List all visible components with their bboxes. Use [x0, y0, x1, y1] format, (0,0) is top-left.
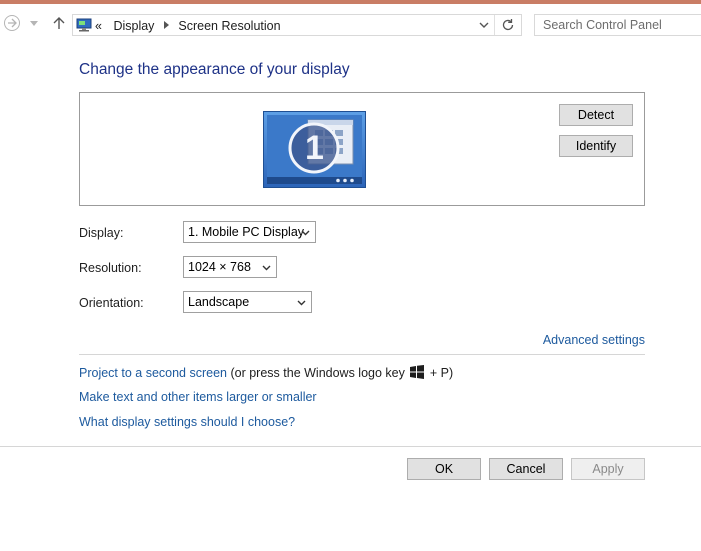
footer-divider: [0, 446, 701, 447]
search-placeholder: Search Control Panel: [543, 18, 662, 32]
breadcrumb-overflow[interactable]: «: [95, 19, 102, 33]
section-divider: [79, 354, 645, 355]
text-size-link[interactable]: Make text and other items larger or smal…: [79, 390, 317, 404]
search-input[interactable]: Search Control Panel: [534, 14, 701, 36]
monitor-number-label: 1: [305, 129, 324, 167]
monitor-1-icon[interactable]: 1: [263, 111, 366, 191]
detect-button[interactable]: Detect: [559, 104, 633, 126]
navigation-bar: « Display Screen Resolution Search Contr…: [0, 4, 701, 40]
breadcrumb-screen-resolution[interactable]: Screen Resolution: [178, 19, 280, 33]
address-divider: [494, 15, 495, 35]
advanced-settings-link[interactable]: Advanced settings: [543, 333, 645, 347]
chevron-down-icon: [297, 297, 306, 311]
back-arrow-icon[interactable]: [3, 14, 21, 32]
project-hint-text: (or press the Windows logo key: [230, 366, 405, 380]
breadcrumb-display[interactable]: Display: [113, 19, 154, 33]
monitor-arrangement-panel: 1 Detect Identify: [79, 92, 645, 206]
resolution-select-value: 1024 × 768: [188, 260, 251, 274]
project-row: Project to a second screen (or press the…: [79, 365, 453, 382]
project-second-screen-link[interactable]: Project to a second screen: [79, 366, 227, 380]
project-hint-suffix: + P): [429, 366, 454, 380]
refresh-icon[interactable]: [501, 18, 515, 35]
display-select[interactable]: 1. Mobile PC Display: [183, 221, 316, 243]
orientation-select[interactable]: Landscape: [183, 291, 312, 313]
chevron-down-icon[interactable]: [479, 19, 489, 34]
recent-dropdown-icon[interactable]: [28, 14, 40, 32]
orientation-select-value: Landscape: [188, 295, 250, 309]
display-select-value: 1. Mobile PC Display: [188, 225, 305, 239]
control-panel-icon: [76, 18, 92, 35]
page-title: Change the appearance of your display: [79, 61, 350, 78]
identify-button[interactable]: Identify: [559, 135, 633, 157]
windows-logo-icon: [410, 365, 425, 382]
display-label: Display:: [79, 226, 124, 240]
orientation-label: Orientation:: [79, 296, 144, 310]
chevron-down-icon: [301, 227, 310, 241]
apply-button[interactable]: Apply: [571, 458, 645, 480]
ok-button[interactable]: OK: [407, 458, 481, 480]
resolution-select[interactable]: 1024 × 768: [183, 256, 277, 278]
cancel-button[interactable]: Cancel: [489, 458, 563, 480]
up-arrow-icon[interactable]: [50, 14, 68, 32]
display-settings-help-link[interactable]: What display settings should I choose?: [79, 415, 295, 429]
resolution-label: Resolution:: [79, 261, 142, 275]
chevron-down-icon: [262, 262, 271, 276]
address-bar[interactable]: « Display Screen Resolution: [72, 14, 522, 36]
chevron-right-icon[interactable]: [163, 20, 169, 31]
